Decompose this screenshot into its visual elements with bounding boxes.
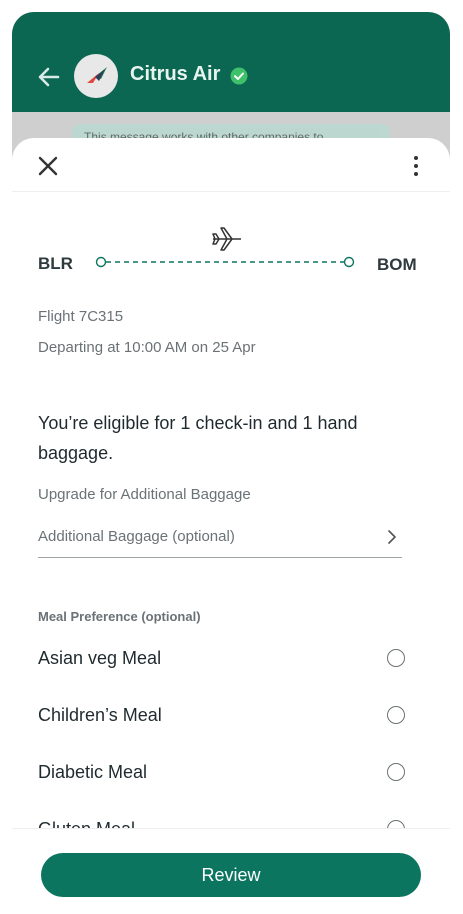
destination-airport: BOM (377, 255, 417, 274)
meal-option[interactable]: Children’s Meal (38, 689, 408, 746)
more-dot (414, 172, 418, 176)
back-button[interactable] (34, 62, 64, 92)
review-button[interactable]: Review (41, 853, 421, 897)
verified-check-icon (230, 67, 248, 85)
route-line (95, 256, 355, 268)
departure-time: Departing at 10:00 AM on 25 Apr (38, 339, 256, 356)
phone-frame: Citrus Air This message works with other… (12, 12, 450, 902)
meal-option-label: Diabetic Meal (38, 762, 148, 782)
additional-baggage-field[interactable]: Additional Baggage (optional) (38, 522, 402, 558)
upgrade-baggage-label: Upgrade for Additional Baggage (38, 486, 251, 503)
more-options-button[interactable] (412, 154, 420, 178)
meal-option[interactable]: Diabetic Meal (38, 746, 408, 803)
more-dot (414, 156, 418, 160)
meal-radio[interactable] (387, 763, 405, 781)
meal-radio[interactable] (387, 649, 405, 667)
chat-header: Citrus Air (12, 12, 450, 112)
meal-radio[interactable] (387, 706, 405, 724)
chevron-right-icon (388, 530, 396, 544)
additional-baggage-placeholder: Additional Baggage (optional) (38, 528, 235, 545)
meal-option-label: Children’s Meal (38, 705, 162, 725)
sheet-footer: Review (12, 828, 450, 902)
airline-logo-icon (85, 67, 107, 85)
meal-options-list: Asian veg Meal Children’s Meal Diabetic … (38, 632, 408, 860)
baggage-eligibility-text: You’re eligible for 1 check-in and 1 han… (38, 413, 358, 463)
meal-option-label: Asian veg Meal (38, 648, 162, 668)
route-section: BLR BOM (12, 212, 450, 282)
back-arrow-icon (38, 67, 60, 87)
origin-airport: BLR (38, 254, 73, 273)
meal-preference-title: Meal Preference (optional) (38, 609, 201, 624)
close-icon[interactable] (36, 154, 60, 178)
baggage-form-sheet: BLR BOM Flight 7C315 Departing at 10:00 … (12, 138, 450, 902)
airplane-icon (212, 227, 241, 251)
avatar[interactable] (74, 54, 118, 98)
flight-number: Flight 7C315 (38, 308, 124, 325)
meal-option[interactable]: Asian veg Meal (38, 632, 408, 689)
sheet-top-bar (12, 138, 450, 192)
chat-title: Citrus Air (130, 63, 221, 85)
more-dot (414, 164, 418, 168)
